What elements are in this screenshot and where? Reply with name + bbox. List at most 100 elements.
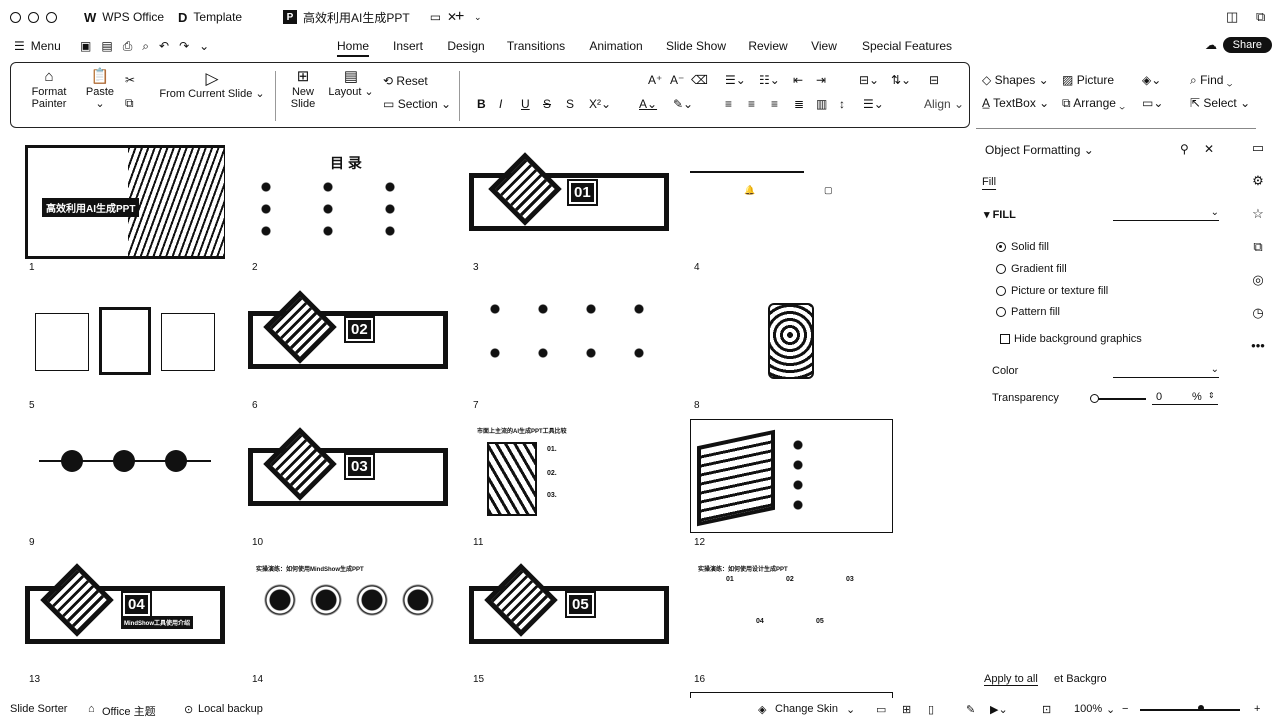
save-icon[interactable]: ▣	[80, 39, 91, 54]
tab-animation[interactable]: Animation	[580, 39, 652, 53]
star-icon[interactable]: ☆	[1248, 206, 1268, 239]
tab-transitions[interactable]: Transitions	[492, 39, 580, 53]
print-icon[interactable]: ⎙	[123, 39, 133, 54]
numbering-icon[interactable]: ☷⌄	[759, 73, 780, 87]
hide-background-graphics-checkbox[interactable]: Hide background graphics	[1000, 333, 1142, 345]
close-icon[interactable]: ✕	[1204, 142, 1214, 156]
reset-button[interactable]: ⟲ Reset	[383, 74, 428, 88]
tab-fill[interactable]: Fill	[982, 176, 996, 188]
font-color-icon[interactable]: A⌄	[639, 97, 657, 111]
new-slide-button[interactable]: ⊞ New Slide	[285, 69, 321, 110]
cut-icon[interactable]: ✂	[125, 73, 135, 87]
tab-home[interactable]: Home	[330, 39, 376, 53]
slide-thumbnail[interactable]: 05	[469, 560, 669, 674]
export-icon[interactable]: ▤	[101, 39, 112, 54]
print-preview-icon[interactable]: ⌕	[142, 39, 149, 54]
paste-button[interactable]: 📋 Paste ⌄	[81, 69, 119, 110]
maximize-window-icon[interactable]	[46, 11, 57, 23]
align-center-icon[interactable]: ≡	[748, 97, 755, 111]
textbox-button[interactable]: A̲ TextBox ⌄	[982, 96, 1049, 110]
align-right-icon[interactable]: ≡	[771, 97, 778, 111]
pattern-fill-radio[interactable]: Pattern fill	[996, 306, 1060, 318]
play-icon[interactable]: ▶⌄	[990, 703, 1008, 716]
tab-special-features[interactable]: Special Features	[852, 39, 962, 53]
copy-icon[interactable]: ⧉	[125, 96, 134, 111]
from-current-slide-button[interactable]: ▷ From Current Slide ⌄	[157, 70, 267, 100]
shapes-button[interactable]: ◇ Shapes ⌄	[982, 73, 1049, 87]
new-tab-icon[interactable]: +	[455, 8, 464, 26]
transparency-input[interactable]: 0 % ⇕	[1152, 391, 1218, 405]
format-painter-button[interactable]: ⌂ Format Painter	[29, 69, 69, 110]
monitor-icon[interactable]: ▭	[430, 10, 441, 24]
share-button[interactable]: Share	[1222, 37, 1272, 53]
zoom-in-icon[interactable]: +	[1254, 703, 1260, 715]
adjust-icon[interactable]: ⚙	[1248, 173, 1268, 206]
transparency-slider[interactable]	[1092, 398, 1146, 400]
slide-thumbnail[interactable]: 市面上主流的AI生成PPT工具比较 01. 02. 03.	[469, 422, 669, 536]
line-spacing-icon[interactable]: ↕	[839, 97, 845, 111]
notes-icon[interactable]: ✎	[966, 703, 975, 716]
superscript-icon[interactable]: X²⌄	[589, 97, 611, 111]
slide-thumbnail[interactable]: 04 MindShow工具使用介绍	[25, 560, 225, 674]
fill-dropdown[interactable]: ⌄	[1113, 207, 1219, 221]
chevron-down-icon[interactable]: ⌄	[1106, 703, 1115, 716]
sorter-view-icon[interactable]: ⊞	[902, 703, 911, 716]
window-mode-icon[interactable]: ⧉	[1256, 9, 1265, 25]
align-icon[interactable]: ⊟	[929, 73, 939, 87]
reading-view-icon[interactable]: ▯	[928, 703, 934, 716]
tab-insert[interactable]: Insert	[376, 39, 440, 53]
slide-thumbnail-partial[interactable]	[690, 692, 893, 698]
spinner-icon[interactable]: ⇕	[1208, 391, 1215, 400]
find-button[interactable]: ⌕ Find ⌄	[1190, 73, 1232, 88]
slide-thumbnail-selected[interactable]	[690, 419, 893, 533]
theme-label[interactable]: Office 主题	[102, 703, 156, 719]
bullets-icon[interactable]: ☰⌄	[725, 73, 746, 87]
fit-window-icon[interactable]: ⊡	[1042, 703, 1051, 716]
change-skin-button[interactable]: Change Skin	[775, 703, 838, 715]
panel-toggle-icon[interactable]: ◫	[1226, 9, 1238, 25]
gradient-fill-radio[interactable]: Gradient fill	[996, 263, 1067, 275]
zoom-out-icon[interactable]: −	[1122, 703, 1128, 715]
undo-icon[interactable]: ↶	[159, 39, 169, 54]
paragraph-spacing-icon[interactable]: ☰⌄	[863, 97, 884, 111]
more-icon[interactable]: •••	[1248, 338, 1268, 371]
chevron-down-icon[interactable]: ⌄	[474, 12, 482, 23]
picture-texture-fill-radio[interactable]: Picture or texture fill	[996, 285, 1108, 297]
align-left-icon[interactable]: ≡	[725, 97, 732, 111]
customize-chevron-icon[interactable]: ⌄	[199, 39, 209, 54]
picture-button[interactable]: ▨ Picture	[1062, 73, 1114, 87]
solid-fill-radio[interactable]: Solid fill	[996, 241, 1049, 253]
tab-slide-show[interactable]: Slide Show	[652, 39, 740, 53]
slide-thumbnail[interactable]	[25, 285, 225, 399]
color-dropdown[interactable]: ⌄	[1113, 364, 1219, 378]
slide-thumbnail[interactable]	[25, 422, 225, 536]
slide-thumbnail[interactable]: 实操演练：如何使用MindShow生成PPT	[248, 560, 448, 674]
cloud-icon[interactable]: ☁	[1205, 38, 1217, 52]
slide-thumbnail[interactable]	[690, 285, 890, 399]
font-size-increase-icon[interactable]: A⁺	[648, 73, 662, 87]
fill-bucket-icon[interactable]: ◈⌄	[1142, 73, 1161, 87]
underline-icon[interactable]: U	[521, 97, 530, 111]
tab-wps-office[interactable]: W WPS Office	[84, 10, 164, 25]
slide-thumbnail[interactable]: 🔔 ▢	[690, 145, 890, 259]
italic-icon[interactable]: I	[499, 97, 502, 111]
slide-thumbnail[interactable]: 02	[248, 285, 448, 399]
strikethrough-icon[interactable]: S	[543, 97, 551, 111]
slide-sorter-button[interactable]: Slide Sorter	[10, 703, 67, 715]
tab-design[interactable]: Design	[440, 39, 492, 53]
columns-icon[interactable]: ▥	[816, 97, 827, 111]
panel-title[interactable]: Object Formatting ⌄	[985, 143, 1094, 157]
slide-thumbnail[interactable]: 目 录	[248, 145, 448, 259]
reset-background-button[interactable]: et Backgro	[1054, 673, 1107, 685]
clear-format-icon[interactable]: ⌫	[691, 73, 708, 87]
slide-thumbnail[interactable]	[469, 285, 669, 399]
tab-view[interactable]: View	[796, 39, 852, 53]
bold-icon[interactable]: B	[477, 97, 486, 111]
layout-button[interactable]: ▤ Layout ⌄	[327, 69, 375, 98]
zoom-slider[interactable]	[1140, 709, 1240, 711]
slide-thumbnail[interactable]: 实操演练：如何使用设计生成PPT 01 02 03 04 05	[690, 560, 890, 674]
history-icon[interactable]: ◷	[1248, 305, 1268, 338]
shadow-icon[interactable]: S	[566, 97, 574, 111]
text-direction-icon[interactable]: ⊟⌄	[859, 73, 879, 87]
slide-thumbnail[interactable]: 01	[469, 145, 669, 259]
